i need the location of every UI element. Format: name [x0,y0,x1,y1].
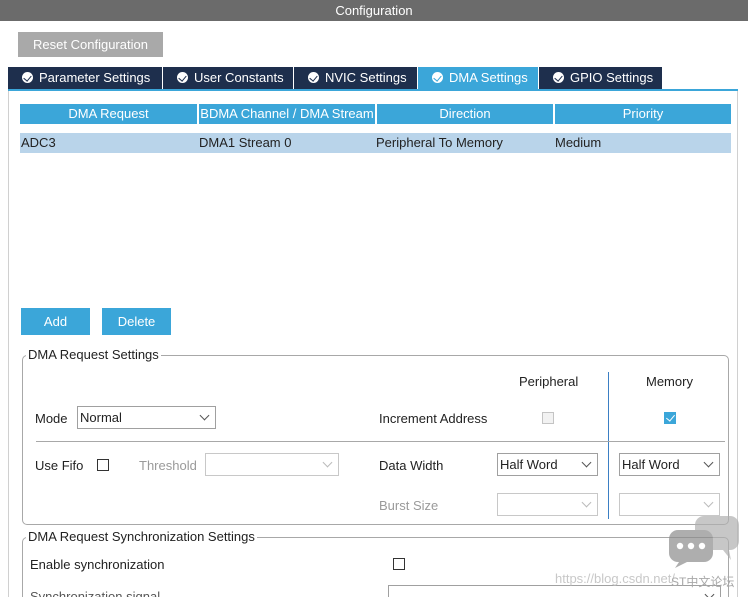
memory-data-width-select[interactable]: Half Word [619,453,720,476]
tab-label: NVIC Settings [325,70,407,85]
sync-settings-title: DMA Request Synchronization Settings [26,529,257,544]
use-fifo-checkbox[interactable] [97,459,109,471]
mode-label: Mode [35,411,68,426]
memory-burst-select[interactable] [619,493,720,516]
chevron-down-icon [581,457,592,468]
check-circle-icon [22,72,33,83]
row-divider [36,441,725,442]
column-header-direction[interactable]: Direction [377,104,553,124]
tab-nvic-settings[interactable]: NVIC Settings [294,67,418,89]
tab-label: User Constants [194,70,284,85]
watermark-url: https://blog.csdn.net/ [555,571,675,586]
chevron-down-icon [703,497,714,508]
cell-channel-stream: DMA1 Stream 0 [199,135,292,150]
cell-priority: Medium [555,135,602,150]
use-fifo-label: Use Fifo [35,458,84,473]
reset-configuration-button[interactable]: Reset Configuration [18,32,163,57]
threshold-label: Threshold [139,458,197,473]
peripheral-data-width-value: Half Word [500,457,558,472]
dma-request-settings-title: DMA Request Settings [26,347,161,362]
cell-dma-request: ADC3 [21,135,56,150]
sync-signal-label: Synchronization signal [30,589,161,597]
increment-address-label: Increment Address [379,411,488,426]
burst-size-label: Burst Size [379,498,439,513]
enable-sync-checkbox[interactable] [393,558,405,570]
chevron-down-icon [703,457,714,468]
tab-dma-settings[interactable]: DMA Settings [418,67,539,89]
tab-label: Parameter Settings [39,70,151,85]
window-title: Configuration [0,0,748,21]
tab-label: DMA Settings [449,70,528,85]
peripheral-data-width-select[interactable]: Half Word [497,453,598,476]
memory-data-width-value: Half Word [622,457,680,472]
column-header-dma-request[interactable]: DMA Request [20,104,197,124]
add-button[interactable]: Add [21,308,90,335]
threshold-select[interactable] [205,453,339,476]
memory-header: Memory [646,374,693,389]
table-row[interactable]: ADC3 DMA1 Stream 0 Peripheral To Memory … [20,133,731,153]
column-header-channel-stream[interactable]: BDMA Channel / DMA Stream [199,104,375,124]
peripheral-burst-select[interactable] [497,493,598,516]
peripheral-increment-checkbox[interactable] [542,412,554,424]
check-circle-icon [308,72,319,83]
mode-value: Normal [80,410,122,425]
tab-gpio-settings[interactable]: GPIO Settings [539,67,663,89]
chevron-down-icon [199,410,210,421]
chevron-down-icon [322,457,333,468]
enable-sync-label: Enable synchronization [30,557,165,572]
check-circle-icon [432,72,443,83]
mode-select[interactable]: Normal [77,406,216,429]
tab-user-constants[interactable]: User Constants [163,67,294,89]
column-divider [608,372,609,519]
chevron-down-icon [704,589,715,597]
chevron-down-icon [581,497,592,508]
delete-button[interactable]: Delete [102,308,171,335]
check-circle-icon [553,72,564,83]
chat-bubbles-icon [669,516,739,568]
tab-label: GPIO Settings [570,70,654,85]
settings-tabs: Parameter Settings User Constants NVIC S… [8,67,748,89]
tab-parameter-settings[interactable]: Parameter Settings [8,67,163,89]
column-header-priority[interactable]: Priority [555,104,731,124]
watermark-brand: ST中文论坛 [671,575,735,589]
check-circle-icon [177,72,188,83]
memory-increment-checkbox[interactable] [664,412,676,424]
peripheral-header: Peripheral [519,374,579,389]
data-width-label: Data Width [379,458,444,473]
cell-direction: Peripheral To Memory [376,135,503,150]
